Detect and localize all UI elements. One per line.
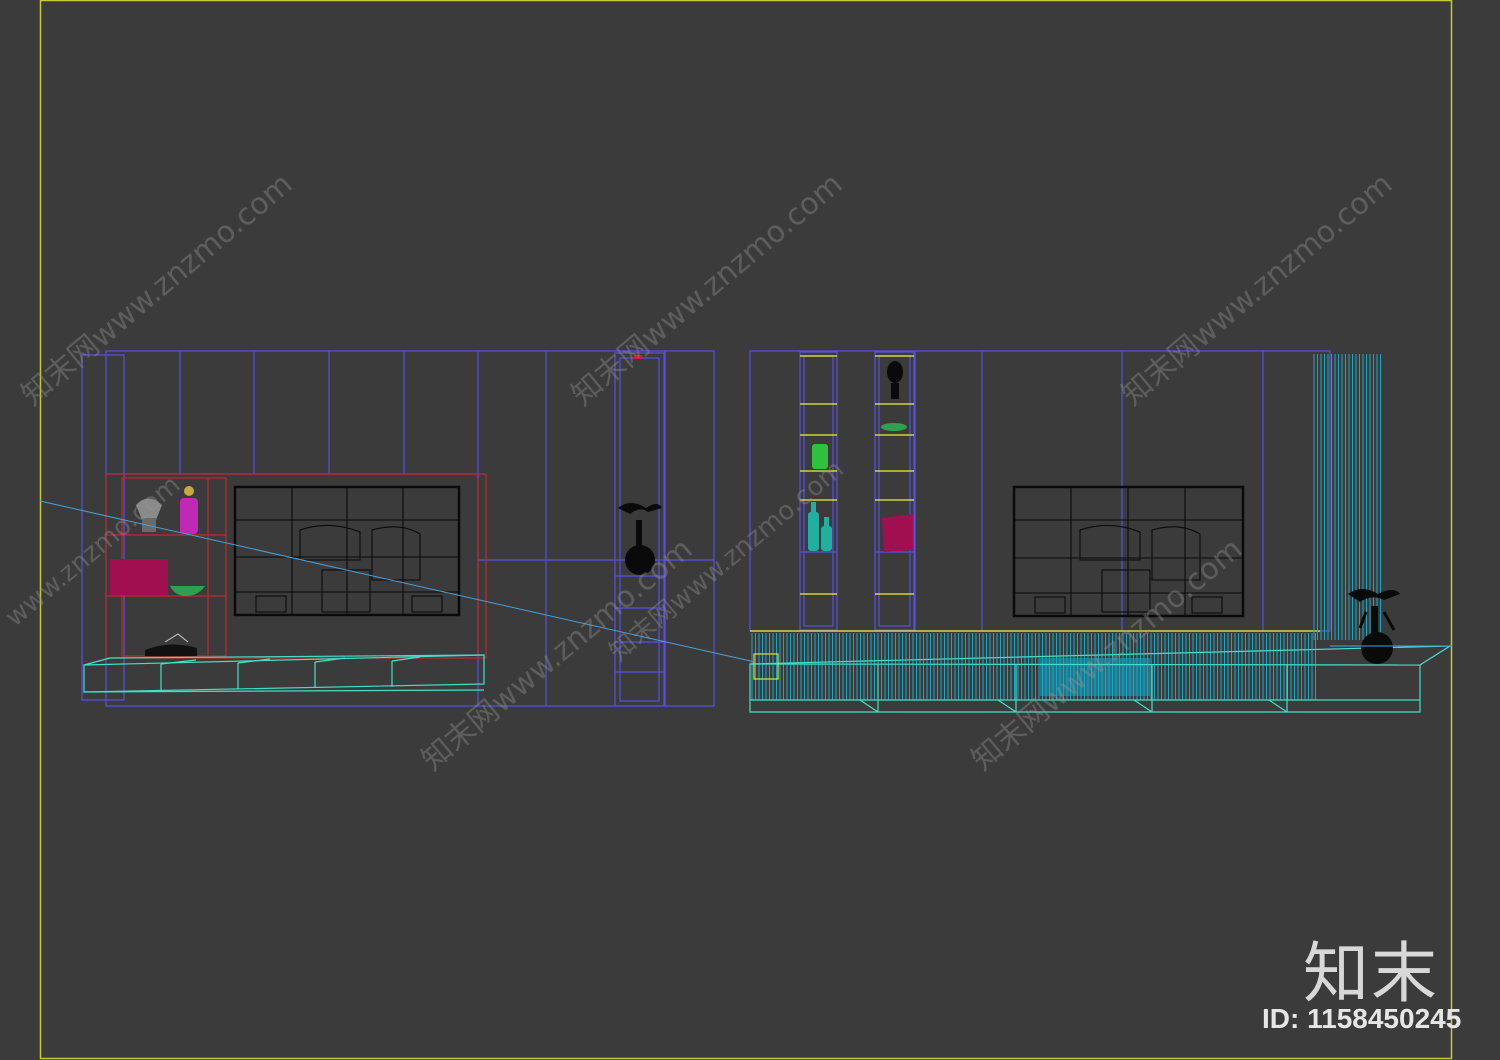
bowl-green — [170, 586, 205, 596]
scene-canvas — [39, 0, 1453, 1060]
cup-green — [812, 444, 828, 469]
viewport-frame — [39, 0, 1453, 1060]
bottle-teal-2 — [821, 526, 832, 551]
books-crimson — [110, 559, 168, 595]
image-id-label: ID: 1158450245 — [1262, 1003, 1462, 1034]
fluted-base-strip — [751, 633, 1316, 700]
bust-black — [887, 361, 903, 383]
base-highlight — [1040, 658, 1150, 696]
bottle-magenta — [180, 498, 198, 534]
right-tv — [1012, 485, 1245, 618]
right-shelf-boards — [750, 355, 1320, 632]
brand-logo: 知末 — [1303, 935, 1439, 1012]
left-base-cabinet[interactable] — [83, 654, 485, 693]
viewport-front[interactable]: 知末网www.znzmo.com 知末网www.znzmo.com 知末网www… — [0, 0, 1500, 1060]
tray-black — [145, 644, 197, 656]
bowl-green-right — [881, 423, 907, 431]
niche-light — [634, 355, 642, 359]
bottle-teal-1 — [808, 512, 819, 551]
left-sculpture — [618, 503, 662, 575]
left-tv — [233, 485, 461, 617]
right-shelf-decor — [808, 361, 913, 552]
books-crimson-right — [882, 514, 913, 552]
vase-grey — [136, 498, 162, 520]
